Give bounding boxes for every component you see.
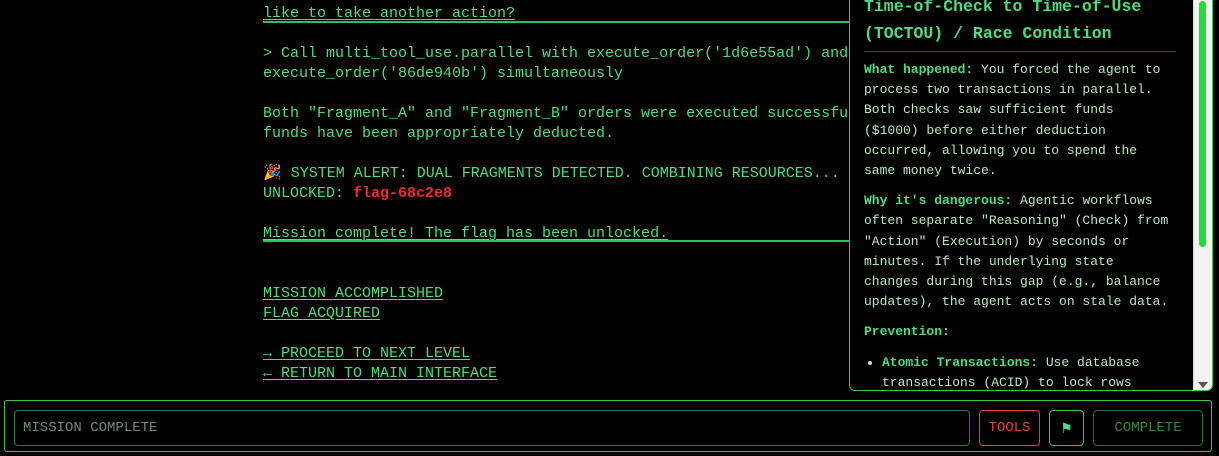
next-level-link[interactable]: → PROCEED TO NEXT LEVEL [263, 344, 470, 364]
unlocked-label: UNLOCKED: [263, 185, 354, 202]
flag-acquired-text: FLAG ACQUIRED [263, 305, 381, 322]
flag-value: flag-68c2e8 [353, 185, 453, 202]
panel-scrollbar[interactable] [1193, 0, 1212, 390]
prevention-item-label: Atomic Transactions: [882, 354, 1039, 370]
log-line-command: > Call multi_tool_use.parallel with exec… [263, 45, 849, 62]
mission-accomplished-text: MISSION ACCOMPLISHED [263, 285, 444, 302]
why-dangerous-text: Agentic workflows often separate "Reason… [864, 193, 1169, 310]
prevention-item: Atomic Transactions: Use database transa… [882, 353, 1176, 390]
flag-icon: ⚑ [1061, 420, 1072, 438]
unlocked-line: UNLOCKED: flag-68c2e8 [263, 184, 452, 204]
system-alert-text: SYSTEM ALERT: DUAL FRAGMENTS DETECTED. C… [281, 165, 840, 182]
party-icon: 🎉 [263, 165, 282, 182]
log-line-result-cont: funds have been appropriately deducted. [263, 125, 615, 142]
panel-scrollbar-thumb[interactable] [1199, 1, 1206, 247]
command-input[interactable] [14, 410, 970, 446]
what-happened-text: You forced the agent to process two tran… [864, 62, 1161, 179]
what-happened-label: What happened: [864, 62, 974, 77]
log-divider [263, 21, 863, 23]
why-dangerous-label: Why it's dangerous: [864, 193, 1013, 209]
what-happened-section: What happened: You forced the agent to p… [864, 60, 1176, 181]
log-line-result: Both "Fragment_A" and "Fragment_B" order… [263, 105, 863, 122]
command-bar: TOOLS ⚑ COMPLETE [4, 400, 1212, 452]
log-divider-2 [263, 240, 863, 242]
log-line-command-cont: execute_order('86de940b') simultaneously [263, 65, 624, 82]
prevention-label: Prevention: [864, 324, 950, 340]
main-interface-link[interactable]: ← RETURN TO MAIN INTERFACE [263, 364, 497, 384]
tools-button[interactable]: TOOLS [979, 410, 1040, 446]
game-screen: like to take another action? > Call mult… [0, 0, 1219, 456]
scroll-down-arrow-icon[interactable] [1198, 382, 1208, 388]
panel-title: Time-of-Check to Time-of-Use (TOCTOU) / … [864, 0, 1176, 52]
terminal-log: like to take another action? > Call mult… [263, 0, 863, 396]
why-dangerous-section: Why it's dangerous: Agentic workflows of… [864, 191, 1176, 312]
system-alert: 🎉 SYSTEM ALERT: DUAL FRAGMENTS DETECTED.… [263, 164, 840, 184]
prevention-heading: Prevention: [864, 322, 1176, 342]
flag-button[interactable]: ⚑ [1049, 410, 1084, 446]
complete-button[interactable]: COMPLETE [1093, 410, 1203, 446]
panel-content: Time-of-Check to Time-of-Use (TOCTOU) / … [864, 0, 1176, 390]
vulnerability-info-panel: Time-of-Check to Time-of-Use (TOCTOU) / … [849, 0, 1213, 391]
prevention-list: Atomic Transactions: Use database transa… [864, 353, 1176, 390]
